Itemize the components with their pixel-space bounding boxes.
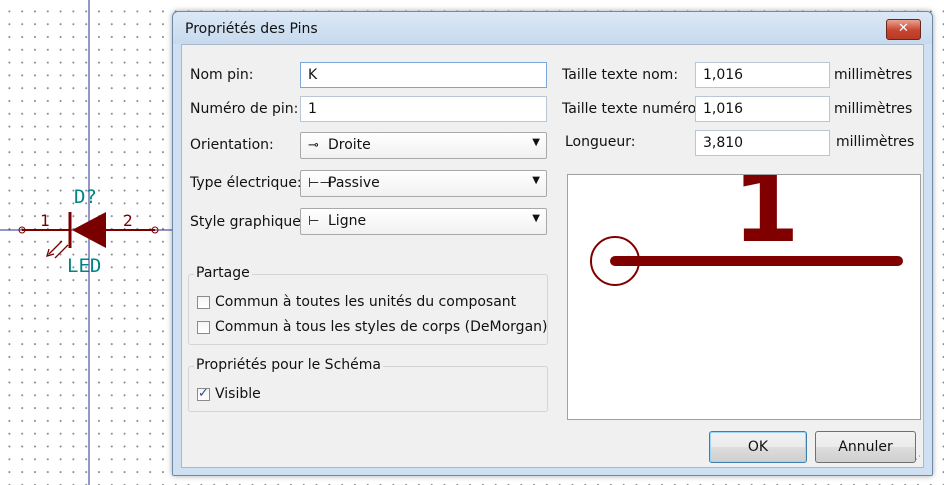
graphic-style-value: Ligne [328,213,367,229]
led-pin1-number: 1 [40,211,50,230]
graphic-style-select[interactable]: ⊢ Ligne ▼ [300,208,547,235]
led-reference: D? [74,186,97,208]
length-label: Longueur: [565,134,636,150]
common-units-checkbox[interactable] [197,296,210,309]
pin-name-label: Nom pin: [190,67,254,83]
dialog-titlebar[interactable]: Propriétés des Pins ✕ [173,12,932,44]
orientation-right-icon: ⊸ [308,138,319,153]
pin-number-input[interactable]: 1 [300,96,547,122]
pin-preview-svg: 1 [590,175,903,286]
orientation-label: Orientation: [190,137,274,153]
line-style-icon: ⊢ [308,214,320,229]
number-text-size-label: Taille texte numéro: [562,101,701,117]
visible-checkbox[interactable]: ✓ [197,386,210,401]
checkmark-icon: ✓ [198,386,209,401]
orientation-select[interactable]: ⊸ Droite ▼ [300,132,547,159]
ok-button[interactable]: OK [709,431,807,463]
preview-pin-number: 1 [733,175,800,264]
close-icon: ✕ [898,21,909,36]
common-styles-checkbox[interactable] [197,321,210,334]
name-text-size-unit: millimètres [834,67,913,83]
schematic-properties-title: Propriétés pour le Schéma [194,357,383,373]
led-symbol[interactable]: 1 2 D? LED [18,186,159,277]
number-text-size-input[interactable]: 1,016 [695,96,830,122]
pin-name-input[interactable]: K [300,62,547,88]
common-units-label[interactable]: Commun à toutes les unités du composant [215,294,516,310]
led-light-arrows [46,240,69,259]
electrical-type-value: Passive [328,175,380,191]
electrical-type-label: Type électrique: [190,175,302,191]
close-button[interactable]: ✕ [886,19,921,40]
number-text-size-unit: millimètres [834,101,913,117]
pin-properties-dialog: Propriétés des Pins ✕ Nom pin: K Numéro … [172,11,933,476]
orientation-value: Droite [328,137,371,153]
sharing-group-title: Partage [194,265,252,281]
passive-type-icon: ⊢⊣ [308,176,331,191]
pin-number-label: Numéro de pin: [190,101,299,117]
chevron-down-icon: ▼ [532,213,540,224]
common-styles-label[interactable]: Commun à tous les styles de corps (DeMor… [215,319,548,335]
dialog-body: Nom pin: K Numéro de pin: 1 Orientation:… [181,44,924,468]
length-unit: millimètres [836,134,915,150]
name-text-size-input[interactable]: 1,016 [695,62,830,88]
name-text-size-label: Taille texte nom: [562,67,679,83]
led-pin2-number: 2 [123,211,133,230]
led-value: LED [67,255,101,277]
electrical-type-select[interactable]: ⊢⊣Passive ▼ [300,170,547,197]
length-input[interactable]: 3,810 [695,130,830,156]
pin-preview: 1 [567,174,921,420]
dialog-title: Propriétés des Pins [185,21,318,37]
cancel-button[interactable]: Annuler [815,431,916,463]
graphic-style-label: Style graphique: [190,214,306,230]
chevron-down-icon: ▼ [532,175,540,186]
chevron-down-icon: ▼ [532,137,540,148]
resize-grip-icon[interactable]: ⋰ [912,455,921,465]
visible-label[interactable]: Visible [215,386,261,402]
